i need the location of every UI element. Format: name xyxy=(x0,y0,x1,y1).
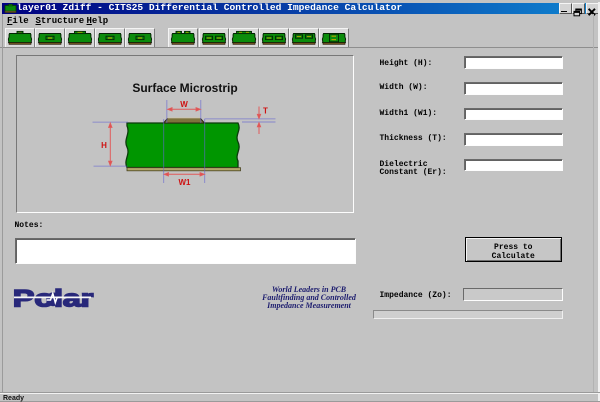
svg-text:Surface Microstrip: Surface Microstrip xyxy=(132,81,237,95)
svg-text:T: T xyxy=(263,107,268,116)
svg-text:W: W xyxy=(180,100,188,109)
svg-text:W1: W1 xyxy=(179,178,192,187)
svg-text:H: H xyxy=(101,141,107,150)
